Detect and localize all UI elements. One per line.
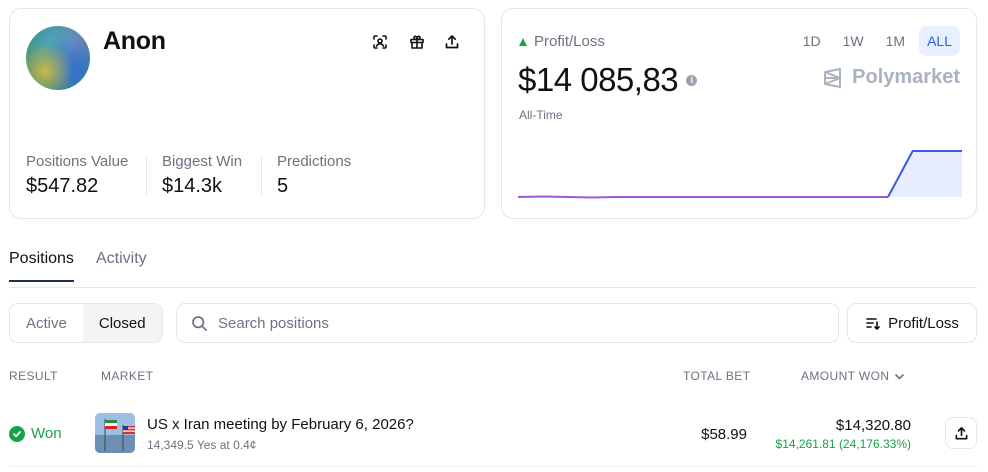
info-icon[interactable]: i bbox=[686, 74, 698, 86]
search-input[interactable] bbox=[218, 314, 798, 332]
stat-value: 5 bbox=[277, 175, 289, 197]
tab-positions[interactable]: Positions bbox=[9, 250, 74, 282]
table-row[interactable]: Won US x Iran meeting by February 6, 202… bbox=[9, 400, 977, 467]
range-1w[interactable]: 1W bbox=[835, 26, 872, 56]
market-detail: 14,349.5 Yes at 0.4¢ bbox=[147, 438, 257, 452]
gift-icon[interactable] bbox=[406, 31, 428, 53]
trend-up-icon bbox=[519, 37, 527, 46]
market-title[interactable]: US x Iran meeting by February 6, 2026? bbox=[147, 416, 414, 433]
stat-positions-value: Positions Value $547.82 bbox=[26, 153, 128, 198]
status-filter: Active Closed bbox=[9, 303, 163, 343]
range-all[interactable]: ALL bbox=[919, 26, 960, 56]
pnl-label-text: Profit/Loss bbox=[534, 33, 605, 50]
stat-biggest-win: Biggest Win $14.3k bbox=[162, 153, 242, 198]
profile-card: Anon Positions Value $547.82 Biggest Win… bbox=[9, 8, 485, 219]
pnl-amount: $14 085,83 bbox=[518, 61, 679, 98]
stat-divider bbox=[261, 157, 262, 195]
result-badge: Won bbox=[9, 425, 62, 442]
chevron-down-icon bbox=[895, 373, 905, 380]
pnl-card: Profit/Loss $14 085,83 i All-Time 1D 1W … bbox=[501, 8, 977, 219]
profit-amount: $14,261.81 (24,176.33%) bbox=[775, 437, 911, 451]
username: Anon bbox=[103, 27, 166, 55]
header-result: RESULT bbox=[9, 369, 58, 383]
row-share-button[interactable] bbox=[945, 417, 977, 449]
share-icon[interactable] bbox=[441, 31, 463, 53]
check-circle-icon bbox=[9, 425, 25, 442]
avatar[interactable] bbox=[26, 26, 90, 90]
chart-line-before bbox=[518, 195, 888, 199]
stat-value: $547.82 bbox=[26, 175, 99, 197]
pnl-label: Profit/Loss bbox=[519, 33, 605, 50]
pnl-period: All-Time bbox=[519, 108, 563, 122]
range-1d[interactable]: 1D bbox=[795, 26, 829, 56]
polymarket-brand: Polymarket bbox=[822, 66, 960, 89]
filter-closed-button[interactable]: Closed bbox=[82, 304, 162, 342]
tab-activity[interactable]: Activity bbox=[96, 250, 147, 280]
search-icon bbox=[192, 315, 208, 331]
range-1m[interactable]: 1M bbox=[878, 26, 913, 56]
share-icon bbox=[955, 426, 967, 439]
range-tabs: 1D 1W 1M ALL bbox=[795, 26, 960, 56]
stat-predictions: Predictions 5 bbox=[277, 153, 351, 198]
stat-label: Predictions bbox=[277, 153, 352, 170]
header-amount-won-label: AMOUNT WON bbox=[801, 369, 890, 383]
result-text: Won bbox=[31, 425, 62, 442]
amount-won: $14,320.80 bbox=[835, 417, 911, 434]
brand-name: Polymarket bbox=[852, 66, 960, 88]
stat-value: $14.3k bbox=[162, 175, 223, 197]
scan-icon[interactable] bbox=[369, 31, 391, 53]
header-market: MARKET bbox=[101, 369, 154, 383]
polymarket-logo-icon bbox=[824, 67, 842, 88]
stat-divider bbox=[146, 157, 147, 195]
header-total-bet: TOTAL BET bbox=[683, 369, 751, 383]
market-image[interactable] bbox=[95, 413, 135, 453]
header-amount-won[interactable]: AMOUNT WON bbox=[801, 369, 905, 383]
stat-label: Positions Value bbox=[26, 153, 129, 170]
filter-active-button[interactable]: Active bbox=[10, 304, 83, 342]
sort-button[interactable]: Profit/Loss bbox=[847, 303, 977, 343]
sort-icon bbox=[866, 317, 880, 330]
pnl-chart[interactable] bbox=[518, 143, 962, 203]
total-bet: $58.99 bbox=[701, 426, 747, 443]
pnl-value: $14 085,83 i bbox=[518, 61, 698, 99]
sort-label: Profit/Loss bbox=[888, 314, 959, 332]
main-tabs: Positions Activity bbox=[9, 250, 977, 288]
stat-label: Biggest Win bbox=[162, 153, 243, 170]
search-box bbox=[176, 303, 839, 343]
chart-area bbox=[518, 151, 962, 198]
